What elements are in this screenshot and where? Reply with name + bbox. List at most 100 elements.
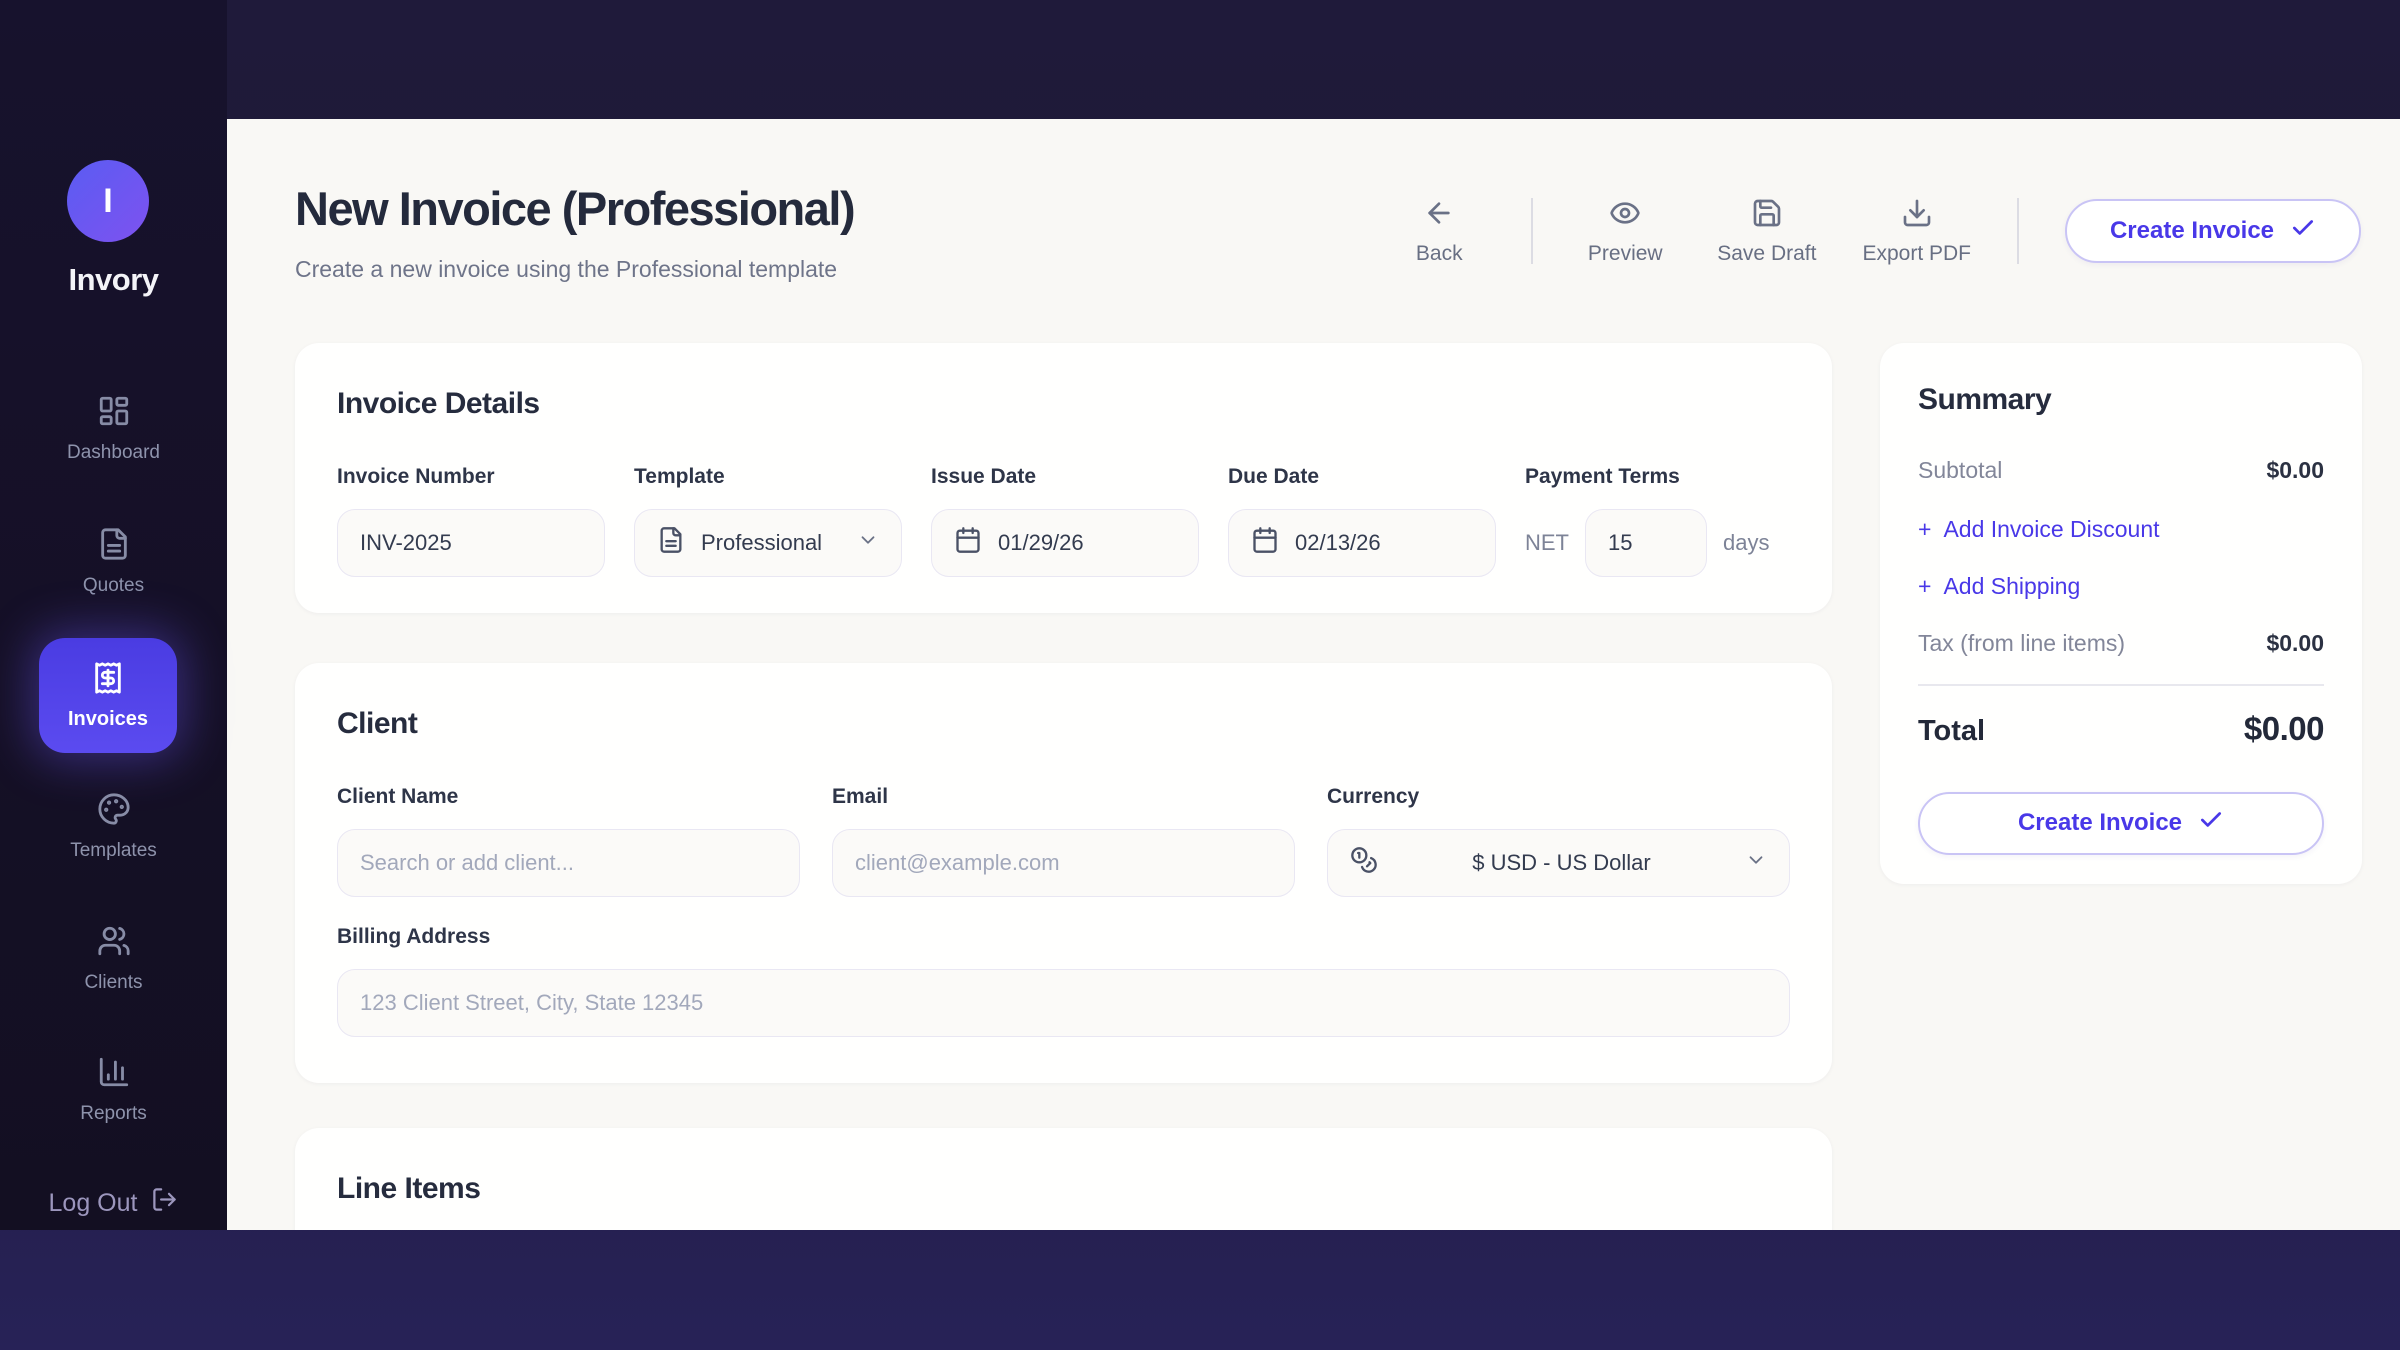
- add-discount-label: Add Invoice Discount: [1943, 516, 2159, 543]
- calendar-icon: [954, 526, 982, 560]
- eye-icon: [1609, 197, 1641, 234]
- chevron-down-icon: [857, 529, 879, 557]
- invoice-number-field: Invoice Number: [337, 465, 605, 577]
- issue-date-input[interactable]: 01/29/26: [931, 509, 1199, 577]
- client-heading: Client: [337, 707, 1790, 741]
- invoice-number-input[interactable]: [360, 510, 582, 576]
- due-date-label: Due Date: [1228, 465, 1496, 489]
- quotes-icon: [97, 527, 131, 566]
- total-row: Total $0.00: [1918, 710, 2324, 748]
- summary-heading: Summary: [1918, 383, 2324, 417]
- save-draft-button[interactable]: Save Draft: [1717, 197, 1816, 266]
- file-icon: [657, 526, 685, 560]
- app-logo: I: [67, 160, 149, 242]
- main-panel: New Invoice (Professional) Create a new …: [227, 119, 2400, 1230]
- template-select[interactable]: Professional: [634, 509, 902, 577]
- add-shipping-link[interactable]: + Add Shipping: [1918, 573, 2324, 600]
- sidebar-item-dashboard[interactable]: Dashboard: [0, 394, 227, 464]
- issue-date-label: Issue Date: [931, 465, 1199, 489]
- reports-icon: [97, 1055, 131, 1094]
- export-pdf-label: Export PDF: [1862, 242, 1971, 266]
- check-icon: [2198, 807, 2224, 840]
- create-invoice-button[interactable]: Create Invoice: [2065, 199, 2361, 263]
- chevron-down-icon: [1745, 849, 1767, 877]
- template-value: Professional: [701, 530, 841, 556]
- summary-divider: [1918, 684, 2324, 686]
- create-invoice-label: Create Invoice: [2018, 809, 2182, 837]
- billing-address-field: Billing Address: [337, 925, 1790, 1037]
- client-name-input-wrap: [337, 829, 800, 897]
- billing-address-input[interactable]: [360, 970, 1767, 1036]
- add-discount-link[interactable]: + Add Invoice Discount: [1918, 516, 2324, 543]
- sidebar-item-quotes[interactable]: Quotes: [0, 527, 227, 597]
- payment-terms-field: Payment Terms NET days: [1525, 465, 1769, 577]
- invoice-number-label: Invoice Number: [337, 465, 605, 489]
- page-title: New Invoice (Professional): [295, 181, 854, 236]
- export-pdf-button[interactable]: Export PDF: [1862, 197, 1971, 266]
- billing-address-input-wrap: [337, 969, 1790, 1037]
- sidebar-item-label: Quotes: [83, 575, 144, 597]
- payment-terms-input[interactable]: [1608, 510, 1684, 576]
- preview-label: Preview: [1588, 242, 1663, 266]
- sidebar-item-label: Clients: [84, 972, 142, 994]
- payment-terms-prefix: NET: [1525, 530, 1569, 556]
- subtotal-value: $0.00: [2266, 457, 2324, 484]
- currency-select[interactable]: $ USD - US Dollar: [1327, 829, 1790, 897]
- client-name-input[interactable]: [360, 830, 777, 896]
- sidebar-item-reports[interactable]: Reports: [0, 1055, 227, 1125]
- tax-value: $0.00: [2266, 630, 2324, 657]
- logout-button[interactable]: Log Out: [0, 1178, 227, 1228]
- sidebar: I Invory Dashboard Quotes Invoices Templ…: [0, 0, 227, 1230]
- app-name: Invory: [0, 262, 227, 298]
- client-card: Client Client Name Email Currency $ USD …: [295, 663, 1832, 1083]
- sidebar-item-templates[interactable]: Templates: [0, 792, 227, 862]
- client-name-field: Client Name: [337, 785, 800, 897]
- invoice-details-card: Invoice Details Invoice Number Template …: [295, 343, 1832, 613]
- save-icon: [1751, 197, 1783, 234]
- sidebar-item-label: Dashboard: [67, 442, 160, 464]
- header-actions: Back Preview Save Draft Export PDF Creat…: [1393, 193, 2361, 269]
- plus-icon: +: [1918, 573, 1931, 600]
- email-input[interactable]: [855, 830, 1272, 896]
- due-date-field: Due Date 02/13/26: [1228, 465, 1496, 577]
- subtotal-label: Subtotal: [1918, 457, 2002, 484]
- line-items-card: Line Items: [295, 1128, 1832, 1230]
- tax-row: Tax (from line items) $0.00: [1918, 630, 2324, 657]
- sidebar-item-label: Invoices: [68, 708, 148, 731]
- back-button[interactable]: Back: [1393, 197, 1485, 266]
- issue-date-value: 01/29/26: [998, 530, 1084, 556]
- payment-terms-input-wrap: [1585, 509, 1707, 577]
- email-field: Email: [832, 785, 1295, 897]
- subtotal-row: Subtotal $0.00: [1918, 457, 2324, 484]
- summary-card: Summary Subtotal $0.00 + Add Invoice Dis…: [1880, 343, 2362, 884]
- due-date-input[interactable]: 02/13/26: [1228, 509, 1496, 577]
- preview-button[interactable]: Preview: [1579, 197, 1671, 266]
- currency-field: Currency $ USD - US Dollar: [1327, 785, 1790, 897]
- create-invoice-label: Create Invoice: [2110, 217, 2274, 245]
- create-invoice-button-summary[interactable]: Create Invoice: [1918, 792, 2324, 855]
- coins-icon: [1350, 846, 1378, 880]
- sidebar-item-invoices[interactable]: Invoices: [39, 638, 177, 753]
- tax-label: Tax (from line items): [1918, 630, 2125, 657]
- invoices-icon: [91, 661, 125, 700]
- templates-icon: [97, 792, 131, 831]
- sidebar-item-label: Reports: [80, 1103, 147, 1125]
- download-icon: [1901, 197, 1933, 234]
- currency-label: Currency: [1327, 785, 1790, 809]
- sidebar-item-clients[interactable]: Clients: [0, 924, 227, 994]
- arrow-left-icon: [1423, 197, 1455, 234]
- email-label: Email: [832, 785, 1295, 809]
- currency-value: $ USD - US Dollar: [1394, 850, 1729, 876]
- total-value: $0.00: [2244, 710, 2324, 748]
- header-divider: [2017, 198, 2019, 264]
- back-label: Back: [1416, 242, 1463, 266]
- total-label: Total: [1918, 715, 1985, 748]
- invoice-number-input-wrap: [337, 509, 605, 577]
- page-head: New Invoice (Professional) Create a new …: [295, 181, 854, 283]
- check-icon: [2290, 215, 2316, 248]
- client-name-label: Client Name: [337, 785, 800, 809]
- email-input-wrap: [832, 829, 1295, 897]
- issue-date-field: Issue Date 01/29/26: [931, 465, 1199, 577]
- payment-terms-label: Payment Terms: [1525, 465, 1769, 489]
- dashboard-icon: [97, 394, 131, 433]
